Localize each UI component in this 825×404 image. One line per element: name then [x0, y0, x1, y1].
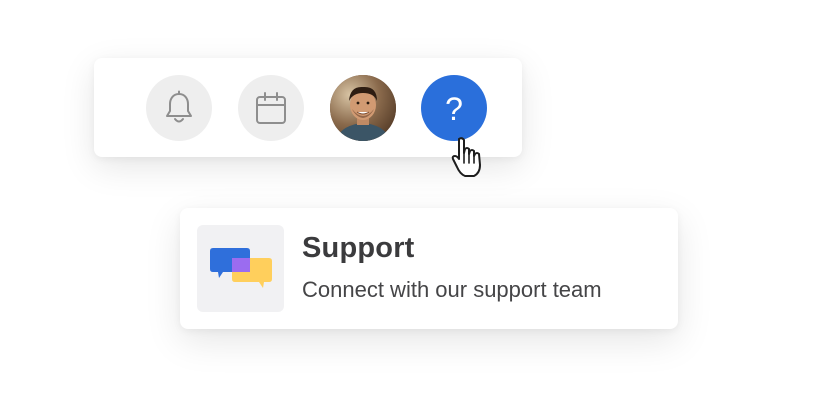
chat-bubbles-icon	[209, 247, 272, 288]
help-icon: ?	[445, 91, 463, 127]
profile-avatar-button[interactable]	[330, 75, 396, 141]
support-subtitle: Connect with our support team	[302, 277, 602, 302]
calendar-button[interactable]	[238, 75, 304, 141]
notifications-button[interactable]	[146, 75, 212, 141]
calendar-icon	[256, 92, 286, 124]
bell-icon	[166, 90, 192, 123]
support-menu-item[interactable]: Support Connect with our support team	[180, 208, 678, 329]
support-title: Support	[302, 232, 415, 264]
help-button[interactable]: ?	[421, 75, 487, 141]
user-avatar	[330, 75, 396, 141]
support-icon-tile	[197, 225, 284, 312]
stage: ? Support Connect with our support team	[0, 0, 825, 404]
hand-pointer-icon	[451, 137, 481, 177]
